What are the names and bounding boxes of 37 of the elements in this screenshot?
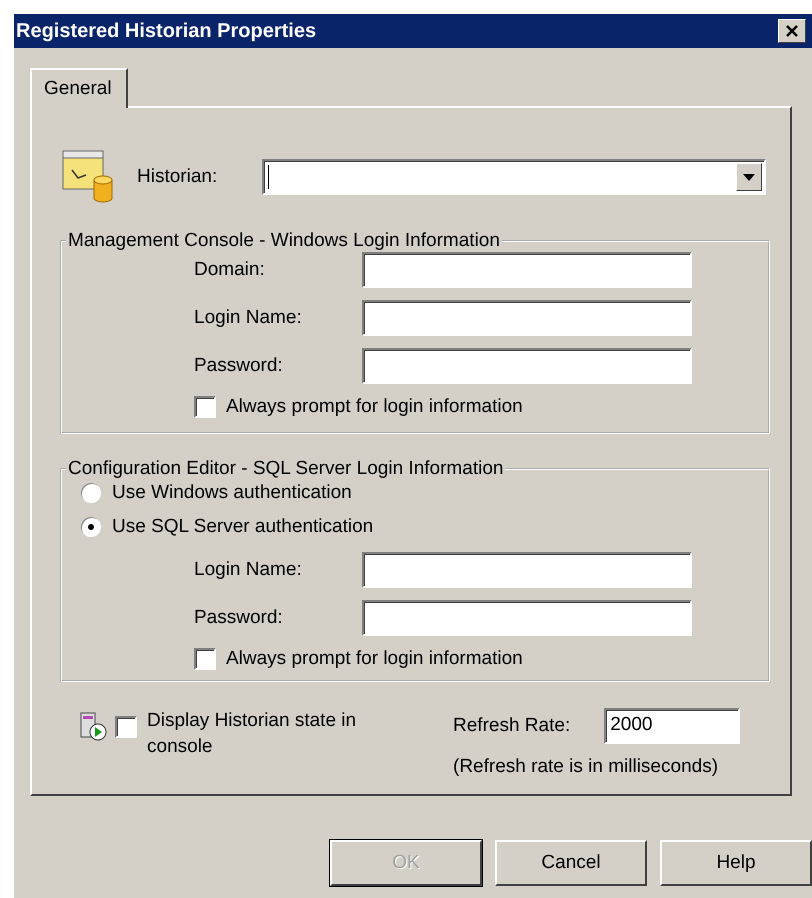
checkbox[interactable] — [194, 648, 216, 670]
group-title: Configuration Editor - SQL Server Login Information — [67, 458, 504, 480]
text-field[interactable] — [362, 300, 692, 336]
field-label: Password: — [194, 355, 284, 377]
dialog-button[interactable]: Cancel — [495, 840, 647, 886]
text-field[interactable] — [362, 348, 692, 384]
group-title: Management Console - Windows Login Information — [67, 230, 501, 252]
caret-icon — [743, 174, 755, 180]
field-label: Login Name: — [194, 559, 303, 581]
field-label: Password: — [194, 607, 284, 629]
refresh-rate-field[interactable]: 2000 — [604, 708, 740, 744]
tab[interactable]: General — [30, 68, 128, 108]
dropdown-button[interactable] — [736, 163, 762, 191]
radio-label: Use Windows authentication — [112, 482, 352, 504]
text-field[interactable] — [362, 552, 692, 588]
close-icon — [785, 25, 799, 37]
text-field[interactable] — [362, 252, 692, 288]
checkbox-label: Display Historian state in console — [147, 709, 358, 759]
radio-label: Use SQL Server authentication — [112, 516, 374, 538]
historian-label: Historian: — [137, 166, 218, 188]
field-label: Login Name: — [194, 307, 303, 329]
radio-button[interactable] — [80, 482, 102, 504]
refresh-rate-note: (Refresh rate is in milliseconds) — [453, 756, 720, 778]
historian-server-icon — [62, 150, 114, 204]
close-button[interactable] — [778, 19, 806, 43]
historian-combobox[interactable] — [262, 159, 766, 195]
radio-button[interactable] — [80, 516, 102, 538]
checkbox[interactable] — [115, 716, 137, 738]
console-play-icon — [80, 712, 108, 742]
checkbox[interactable] — [194, 396, 216, 418]
dialog-button[interactable]: Help — [660, 840, 812, 886]
window-title: Registered Historian Properties — [16, 20, 316, 42]
checkbox-label: Always prompt for login information — [226, 396, 523, 418]
text-field[interactable] — [362, 600, 692, 636]
checkbox-label: Always prompt for login information — [226, 648, 523, 670]
field-label: Domain: — [194, 259, 266, 281]
refresh-rate-label: Refresh Rate: — [453, 715, 570, 737]
